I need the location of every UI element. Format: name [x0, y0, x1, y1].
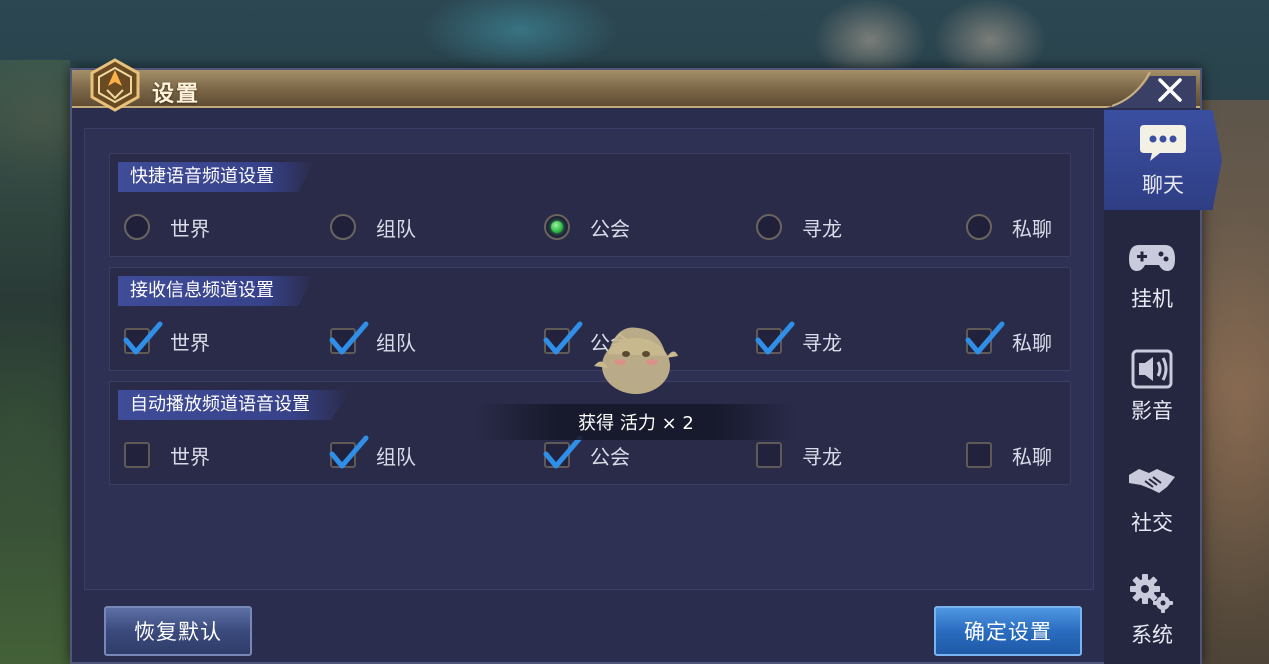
checkbox-option-dragon[interactable]: 寻龙: [755, 321, 842, 358]
option-label: 世界: [170, 216, 210, 241]
checkbox-checked[interactable]: [755, 321, 795, 355]
checkbox-unchecked[interactable]: [756, 442, 782, 468]
radio-button[interactable]: [330, 214, 356, 240]
option-label: 私聊: [1012, 330, 1052, 355]
checkbox-option-world[interactable]: 世界: [124, 438, 210, 472]
checkmark-icon: [543, 321, 583, 355]
settings-emblem-icon: [90, 58, 140, 112]
restore-default-button[interactable]: 恢复默认: [104, 606, 252, 656]
title-bar: 设置: [72, 58, 1200, 112]
radio-option-world[interactable]: 世界: [124, 210, 210, 244]
checkmark-icon: [755, 321, 795, 355]
handshake-icon: [1129, 469, 1175, 493]
speaker-icon: [1131, 349, 1173, 389]
checkbox-checked[interactable]: [329, 321, 369, 355]
checkbox-option-world[interactable]: 世界: [123, 321, 210, 358]
option-label: 世界: [170, 444, 210, 469]
radio-button[interactable]: [124, 214, 150, 240]
checkbox-option-private[interactable]: 私聊: [966, 438, 1052, 472]
option-label: 公会: [590, 444, 630, 469]
option-label: 世界: [170, 330, 210, 355]
option-label: 寻龙: [802, 330, 842, 355]
section-header: 快捷语音频道设置: [118, 162, 314, 192]
mascot-creature-icon: [594, 327, 678, 394]
close-button[interactable]: [1106, 68, 1196, 108]
checkbox-checked[interactable]: [543, 435, 583, 469]
option-label: 私聊: [1012, 444, 1052, 469]
radio-button[interactable]: [756, 214, 782, 240]
radio-button-selected[interactable]: [544, 214, 570, 240]
section-header: 自动播放频道语音设置: [118, 390, 350, 420]
settings-sidebar: 聊天 挂机 影音 社交 系统: [1104, 110, 1222, 664]
tab-social[interactable]: 社交: [1104, 448, 1200, 548]
checkmark-icon: [329, 435, 369, 469]
checkbox-checked[interactable]: [965, 321, 1005, 355]
section-quick-voice: 快捷语音频道设置 世界 组队 公会 寻龙 私聊: [109, 153, 1071, 257]
radio-option-dragon[interactable]: 寻龙: [756, 210, 842, 244]
chat-bubble-icon: [1140, 125, 1186, 161]
checkbox-option-team[interactable]: 组队: [329, 321, 416, 358]
tab-label: 影音: [1131, 399, 1173, 423]
tab-media[interactable]: 影音: [1104, 336, 1200, 436]
checkbox-option-team[interactable]: 组队: [329, 435, 416, 472]
tab-chat[interactable]: 聊天: [1104, 110, 1222, 210]
option-label: 私聊: [1012, 216, 1052, 241]
radio-option-guild[interactable]: 公会: [544, 210, 630, 244]
checkbox-option-guild[interactable]: 公会: [543, 435, 630, 472]
tab-system[interactable]: 系统: [1104, 560, 1200, 660]
section-header: 接收信息频道设置: [118, 276, 314, 306]
checkbox-option-dragon[interactable]: 寻龙: [756, 438, 842, 472]
game-world-left-edge: [0, 60, 70, 664]
tab-label: 挂机: [1131, 287, 1173, 311]
tab-idle[interactable]: 挂机: [1104, 224, 1200, 324]
option-label: 组队: [376, 444, 416, 469]
option-label: 组队: [376, 216, 416, 241]
option-label: 公会: [590, 216, 630, 241]
tab-label: 聊天: [1142, 173, 1184, 197]
radio-button[interactable]: [966, 214, 992, 240]
option-label: 寻龙: [802, 216, 842, 241]
reward-toast: 获得 活力 × 2: [476, 404, 796, 440]
checkmark-icon: [123, 321, 163, 355]
option-label: 组队: [376, 330, 416, 355]
confirm-settings-button[interactable]: 确定设置: [934, 606, 1082, 656]
checkmark-icon: [965, 321, 1005, 355]
checkbox-unchecked[interactable]: [966, 442, 992, 468]
tab-label: 社交: [1131, 511, 1173, 535]
checkbox-unchecked[interactable]: [124, 442, 150, 468]
checkbox-checked[interactable]: [329, 435, 369, 469]
checkbox-option-private[interactable]: 私聊: [965, 321, 1052, 358]
radio-option-team[interactable]: 组队: [330, 210, 416, 244]
gears-icon: [1130, 574, 1173, 613]
radio-option-private[interactable]: 私聊: [966, 210, 1052, 244]
gamepad-icon: [1129, 245, 1175, 271]
checkmark-icon: [329, 321, 369, 355]
window-title: 设置: [152, 82, 201, 107]
option-label: 寻龙: [802, 444, 842, 469]
tab-label: 系统: [1131, 623, 1173, 647]
checkbox-checked[interactable]: [543, 321, 583, 355]
checkbox-checked[interactable]: [123, 321, 163, 355]
